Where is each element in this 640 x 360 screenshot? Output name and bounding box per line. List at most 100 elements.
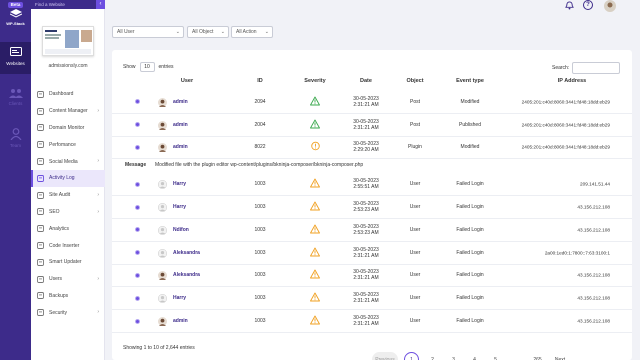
site-domain[interactable]: admissionsly.com — [31, 63, 105, 69]
sidebar-item-activity-log[interactable]: Activity Log — [31, 169, 105, 187]
wp-stack-logo[interactable]: Beta WP-Stack — [3, 2, 28, 30]
event-time: 2:53:23 AM — [353, 229, 379, 236]
avatar[interactable] — [604, 0, 616, 14]
object-filter-select[interactable]: All Object ⌄ — [187, 26, 229, 38]
sidebar-item-social-media[interactable]: Social Media › — [31, 153, 105, 170]
page-button[interactable]: 2 — [425, 352, 440, 360]
sidebar-item-analytics[interactable]: Analytics — [31, 220, 105, 237]
table-row[interactable]: Aleksandra 1003 30-05-2023 2:31:21 AM User Fa… — [112, 265, 632, 288]
avatar — [158, 271, 167, 281]
table-row[interactable]: admin 2004 30-05-2023 2:31:21 AM Post Publish… — [112, 114, 632, 137]
expand-row-toggle[interactable] — [135, 227, 140, 233]
column-header[interactable]: ID — [245, 78, 275, 84]
clients-icon — [0, 88, 31, 99]
user-filter-select[interactable]: All User ⌄ — [112, 26, 184, 38]
sidebar-item-code-inserter[interactable]: Code Inserter — [31, 237, 105, 254]
content-icon — [37, 107, 44, 115]
event-time: 2:31:21 AM — [353, 321, 379, 328]
sidebar-item-perfomance[interactable]: Perfomance — [31, 136, 105, 153]
table-row[interactable]: Aleksandra 1003 30-05-2023 2:31:21 AM User Fa… — [112, 242, 632, 265]
site-thumbnail[interactable] — [42, 26, 94, 56]
sidebar-item-seo[interactable]: SEO › — [31, 204, 105, 221]
expand-row-toggle[interactable] — [135, 204, 140, 210]
rail-item-clients[interactable]: Clients — [0, 88, 31, 114]
chevron-down-icon: ⌄ — [175, 29, 180, 35]
user-link[interactable]: Aleksandra — [173, 250, 223, 256]
rail-item-label: Clients — [8, 101, 23, 106]
event-object: User — [409, 181, 421, 188]
event-time: 2:53:23 AM — [353, 207, 379, 214]
expand-row-toggle[interactable] — [135, 99, 140, 105]
column-header[interactable]: User — [157, 78, 217, 84]
expand-row-toggle[interactable] — [135, 181, 140, 187]
table-row[interactable]: Ndifon 1003 30-05-2023 2:53:23 AM User Failed… — [112, 219, 632, 242]
user-link[interactable]: Aleksandra — [173, 272, 223, 278]
next-page-button[interactable]: Next — [551, 352, 569, 360]
previous-page-button[interactable]: Previous — [372, 352, 398, 360]
user-link[interactable]: Ndifon — [173, 227, 223, 233]
event-time: 2:31:21 AM — [353, 101, 379, 108]
show-suffix: entries — [158, 64, 174, 70]
sidebar-item-smart-updater[interactable]: Smart Updater — [31, 254, 105, 271]
column-header[interactable]: IP Address — [527, 78, 617, 84]
expand-row-toggle[interactable] — [135, 295, 140, 301]
column-header[interactable]: Object — [395, 78, 435, 84]
expand-row-toggle[interactable] — [135, 144, 140, 150]
table-row[interactable]: Harry 1003 30-05-2023 2:31:21 AM User Failed … — [112, 287, 632, 311]
action-filter-select[interactable]: All Action ⌄ — [231, 26, 273, 38]
search-input[interactable] — [572, 62, 621, 74]
sidebar-item-label: Analytics — [49, 225, 70, 232]
event-id: 1003 — [254, 181, 266, 188]
sidebar-nav: Dashboard Content Manager › Domain Monitor P… — [31, 86, 105, 321]
column-header[interactable]: Severity — [300, 78, 330, 84]
sidebar-item-label: SEO — [49, 208, 60, 215]
expand-row-toggle[interactable] — [135, 318, 140, 324]
help-icon[interactable]: ? — [583, 0, 593, 10]
expand-row-toggle[interactable] — [135, 272, 140, 278]
avatar — [158, 120, 167, 130]
column-header[interactable]: Event type — [445, 78, 495, 84]
table-row[interactable]: admin 8022 30-05-2023 2:29:20 AM Plugin Modif… — [112, 137, 632, 160]
sidebar-item-dashboard[interactable]: Dashboard — [31, 86, 105, 103]
page-button[interactable]: 5 — [488, 352, 503, 360]
expand-row-toggle[interactable] — [135, 122, 140, 128]
sidebar-item-users[interactable]: Users › — [31, 271, 105, 288]
sidebar-item-backups[interactable]: Backups — [31, 288, 105, 305]
find-website-input[interactable]: Find a Website — [31, 0, 105, 9]
rail-item-team[interactable]: Team — [0, 128, 31, 154]
user-link[interactable]: admin — [173, 122, 223, 128]
table-row[interactable]: Harry 1003 30-05-2023 2:55:51 AM User Failed … — [112, 173, 632, 197]
page-button[interactable]: ... — [509, 352, 524, 360]
event-object: User — [409, 249, 421, 256]
page-button[interactable]: 3 — [446, 352, 461, 360]
user-link[interactable]: Harry — [173, 295, 223, 301]
user-link[interactable]: Harry — [173, 181, 223, 187]
event-type: Failed Login — [456, 318, 484, 325]
expand-row-toggle[interactable] — [135, 250, 140, 256]
bell-icon[interactable] — [565, 1, 574, 12]
ip-address: 43.156.212.108 — [577, 204, 610, 210]
page-button[interactable]: 1 — [404, 352, 419, 360]
message-label: Message — [125, 162, 147, 169]
page-button[interactable]: 265 — [530, 352, 545, 360]
user-link[interactable]: admin — [173, 144, 223, 150]
severity-low-icon — [310, 119, 320, 130]
sidebar-item-site-audit[interactable]: Site Audit › — [31, 187, 105, 204]
user-link[interactable]: admin — [173, 99, 223, 105]
rail-item-websites[interactable]: Websites — [0, 42, 31, 74]
table-row[interactable]: admin 1003 30-05-2023 2:31:21 AM User Failed … — [112, 310, 632, 333]
chevron-right-icon: › — [97, 158, 99, 165]
sidebar-item-content-manager[interactable]: Content Manager › — [31, 103, 105, 120]
user-link[interactable]: admin — [173, 318, 223, 324]
page-button[interactable]: 4 — [467, 352, 482, 360]
table-search: Search: — [552, 62, 621, 74]
avatar — [158, 143, 167, 153]
collapse-sidebar-button[interactable]: ‹ — [96, 0, 105, 9]
sidebar-item-security[interactable]: Security › — [31, 304, 105, 321]
entries-per-page-select[interactable]: 10 — [139, 62, 155, 72]
user-link[interactable]: Harry — [173, 204, 223, 210]
table-row[interactable]: admin 2094 30-05-2023 2:31:21 AM Post Modifie… — [112, 91, 632, 114]
column-header[interactable]: Date — [346, 78, 386, 84]
sidebar-item-domain-monitor[interactable]: Domain Monitor — [31, 120, 105, 137]
table-row[interactable]: Harry 1003 30-05-2023 2:53:23 AM User Failed … — [112, 196, 632, 219]
